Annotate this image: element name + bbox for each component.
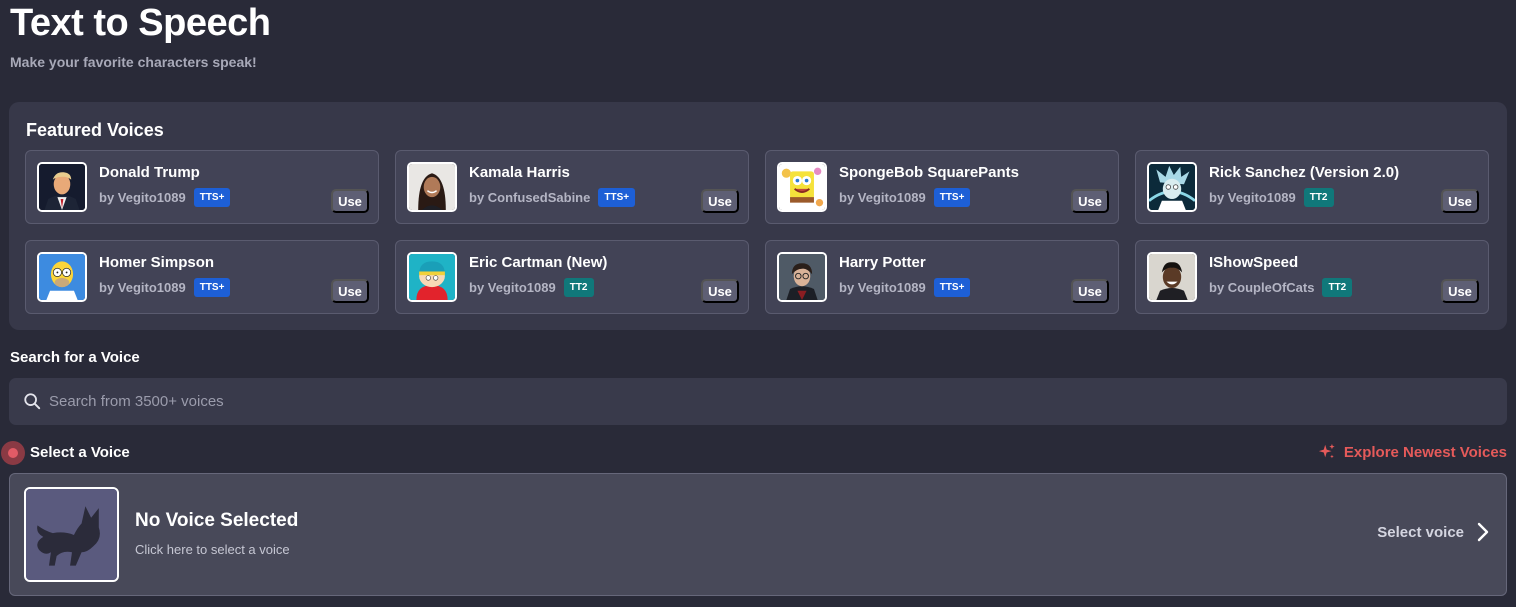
use-voice-button[interactable]: Use [331,189,369,213]
voice-card-meta: by Vegito1089 TT2 [469,278,594,297]
chevron-right-icon [1477,522,1489,542]
voice-card-meta: by Vegito1089 TTS+ [99,278,231,297]
voice-card-kamala-harris[interactable]: Kamala Harris by ConfusedSabine TTS+ Use [395,150,749,224]
search-input[interactable] [49,378,1489,425]
no-voice-selected-subtitle: Click here to select a voice [135,542,290,557]
use-voice-button[interactable]: Use [1441,279,1479,303]
search-label: Search for a Voice [10,349,140,366]
voice-card-author: by Vegito1089 [839,280,926,295]
voice-card-meta: by ConfusedSabine TTS+ [469,188,636,207]
voice-card-name: Eric Cartman (New) [469,254,608,271]
voice-model-badge: TTS+ [933,188,971,207]
select-voice-label: Select a Voice [30,444,130,461]
use-voice-button[interactable]: Use [1071,189,1109,213]
voice-card-name: Homer Simpson [99,254,215,271]
use-voice-button[interactable]: Use [331,279,369,303]
voice-card-name: SpongeBob SquarePants [839,164,1020,181]
voice-card-author: by Vegito1089 [469,280,556,295]
search-box[interactable] [9,378,1507,425]
voice-model-badge: TTS+ [598,188,636,207]
voice-card-author: by CoupleOfCats [1209,280,1315,295]
voice-model-badge: TT2 [1303,188,1334,207]
homer-avatar-icon [37,252,87,302]
voice-card-author: by Vegito1089 [99,280,186,295]
voice-card-donald-trump[interactable]: Donald Trump by Vegito1089 TTS+ Use [25,150,379,224]
voice-card-name: IShowSpeed [1209,254,1299,271]
voice-card-author: by Vegito1089 [839,190,926,205]
spongebob-avatar-icon [777,162,827,212]
use-voice-button[interactable]: Use [701,189,739,213]
voice-card-rick-sanchez[interactable]: Rick Sanchez (Version 2.0) by Vegito1089… [1135,150,1489,224]
voice-card-name: Harry Potter [839,254,926,271]
voice-model-badge: TTS+ [193,278,231,297]
featured-voices-grid: Donald Trump by Vegito1089 TTS+ Use Kama… [25,150,1489,314]
featured-voices-panel: Featured Voices Donald Trump by Vegito10… [9,102,1507,330]
explore-newest-voices-label: Explore Newest Voices [1343,443,1507,461]
voice-card-homer-simpson[interactable]: Homer Simpson by Vegito1089 TTS+ Use [25,240,379,314]
rick-avatar-icon [1147,162,1197,212]
voice-selector-card[interactable]: No Voice Selected Click here to select a… [9,473,1507,596]
cartman-avatar-icon [407,252,457,302]
voice-card-author: by Vegito1089 [1209,190,1296,205]
harry-avatar-icon [777,252,827,302]
search-icon [24,393,41,410]
voice-card-meta: by CoupleOfCats TT2 [1209,278,1353,297]
fox-placeholder-icon [24,487,119,582]
voice-card-author: by ConfusedSabine [469,190,591,205]
select-voice-label: Select voice [1377,523,1464,541]
voice-card-name: Rick Sanchez (Version 2.0) [1209,164,1400,181]
voice-card-eric-cartman[interactable]: Eric Cartman (New) by Vegito1089 TT2 Use [395,240,749,314]
use-voice-button[interactable]: Use [1441,189,1479,213]
voice-model-badge: TTS+ [933,278,971,297]
voice-card-meta: by Vegito1089 TTS+ [839,188,971,207]
voice-card-meta: by Vegito1089 TTS+ [99,188,231,207]
voice-model-badge: TTS+ [193,188,231,207]
use-voice-button[interactable]: Use [701,279,739,303]
no-voice-selected-title: No Voice Selected [135,510,299,531]
voice-model-badge: TT2 [563,278,594,297]
voice-card-ishowspeed[interactable]: IShowSpeed by CoupleOfCats TT2 Use [1135,240,1489,314]
use-voice-button[interactable]: Use [1071,279,1109,303]
voice-card-spongebob[interactable]: SpongeBob SquarePants by Vegito1089 TTS+… [765,150,1119,224]
voice-card-meta: by Vegito1089 TTS+ [839,278,971,297]
voice-card-name: Kamala Harris [469,164,570,181]
voice-card-name: Donald Trump [99,164,200,181]
tts-page: Text to Speech Make your favorite charac… [0,0,1516,607]
sparkle-icon [1318,443,1335,459]
voice-card-meta: by Vegito1089 TT2 [1209,188,1334,207]
ishowspeed-avatar-icon [1147,252,1197,302]
featured-voices-title: Featured Voices [26,120,164,140]
trump-avatar-icon [37,162,87,212]
required-indicator-icon [1,441,25,465]
page-subtitle: Make your favorite characters speak! [10,54,257,70]
voice-model-badge: TT2 [1322,278,1353,297]
voice-card-author: by Vegito1089 [99,190,186,205]
harris-avatar-icon [407,162,457,212]
select-voice-button[interactable]: Select voice [1377,522,1490,542]
explore-newest-voices-link[interactable]: Explore Newest Voices [1318,443,1507,461]
voice-card-harry-potter[interactable]: Harry Potter by Vegito1089 TTS+ Use [765,240,1119,314]
page-title: Text to Speech [10,2,271,44]
